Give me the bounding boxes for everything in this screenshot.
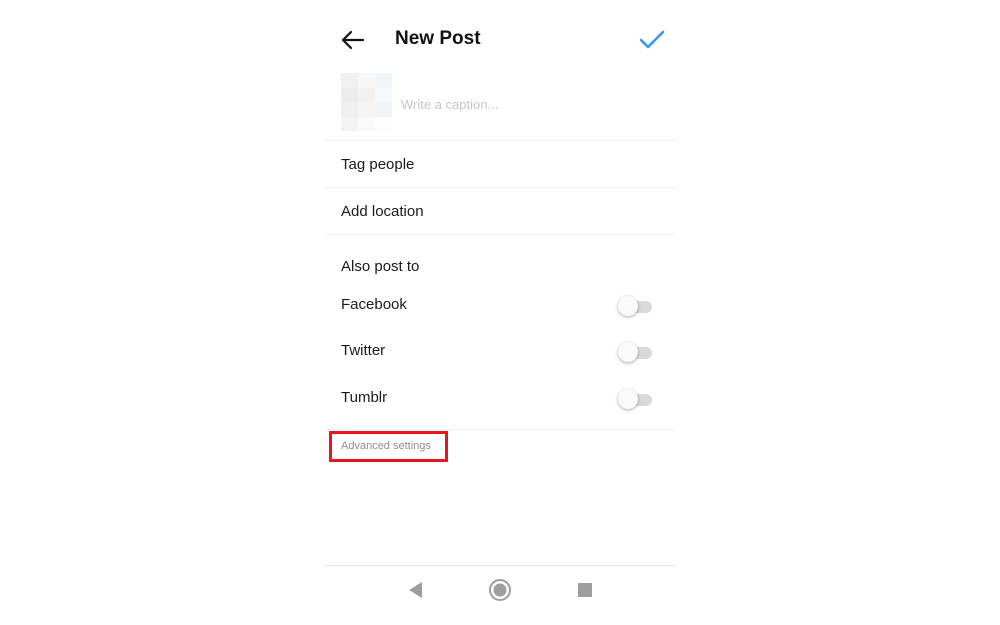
circle-home-icon — [489, 579, 511, 601]
back-button[interactable] — [337, 24, 369, 56]
system-home-button[interactable] — [488, 578, 512, 602]
twitter-label: Twitter — [341, 342, 386, 359]
checkmark-icon — [639, 30, 665, 49]
system-navigation-bar — [325, 565, 676, 625]
share-facebook-row: Facebook — [325, 286, 676, 326]
toggle-knob — [618, 389, 638, 409]
twitter-toggle[interactable] — [618, 341, 656, 363]
toggle-knob — [618, 296, 638, 316]
page-title: New Post — [395, 28, 481, 49]
square-recents-icon — [578, 583, 592, 597]
advanced-settings-link[interactable]: Advanced settings — [341, 439, 431, 453]
add-location-label: Add location — [341, 203, 424, 220]
tumblr-toggle[interactable] — [618, 388, 656, 410]
system-back-button[interactable] — [404, 578, 428, 602]
share-tumblr-row: Tumblr — [325, 379, 676, 419]
caption-section — [325, 70, 676, 141]
post-thumbnail — [341, 73, 392, 131]
tag-people-label: Tag people — [341, 156, 415, 173]
divider — [325, 429, 676, 430]
share-post-button[interactable] — [636, 24, 668, 56]
tag-people-row[interactable]: Tag people — [325, 141, 676, 188]
app-header: New Post — [325, 0, 676, 78]
facebook-toggle[interactable] — [618, 295, 656, 317]
share-twitter-row: Twitter — [325, 332, 676, 372]
toggle-knob — [618, 342, 638, 362]
caption-input[interactable] — [401, 92, 661, 116]
also-post-to-heading: Also post to — [341, 258, 420, 275]
tumblr-label: Tumblr — [341, 389, 388, 406]
add-location-row[interactable]: Add location — [325, 188, 676, 235]
facebook-label: Facebook — [341, 296, 407, 313]
arrow-left-icon — [341, 30, 365, 50]
system-recents-button[interactable] — [573, 578, 597, 602]
new-post-screen: New Post Tag people Add location Also po… — [325, 0, 676, 625]
triangle-back-icon — [409, 582, 422, 598]
